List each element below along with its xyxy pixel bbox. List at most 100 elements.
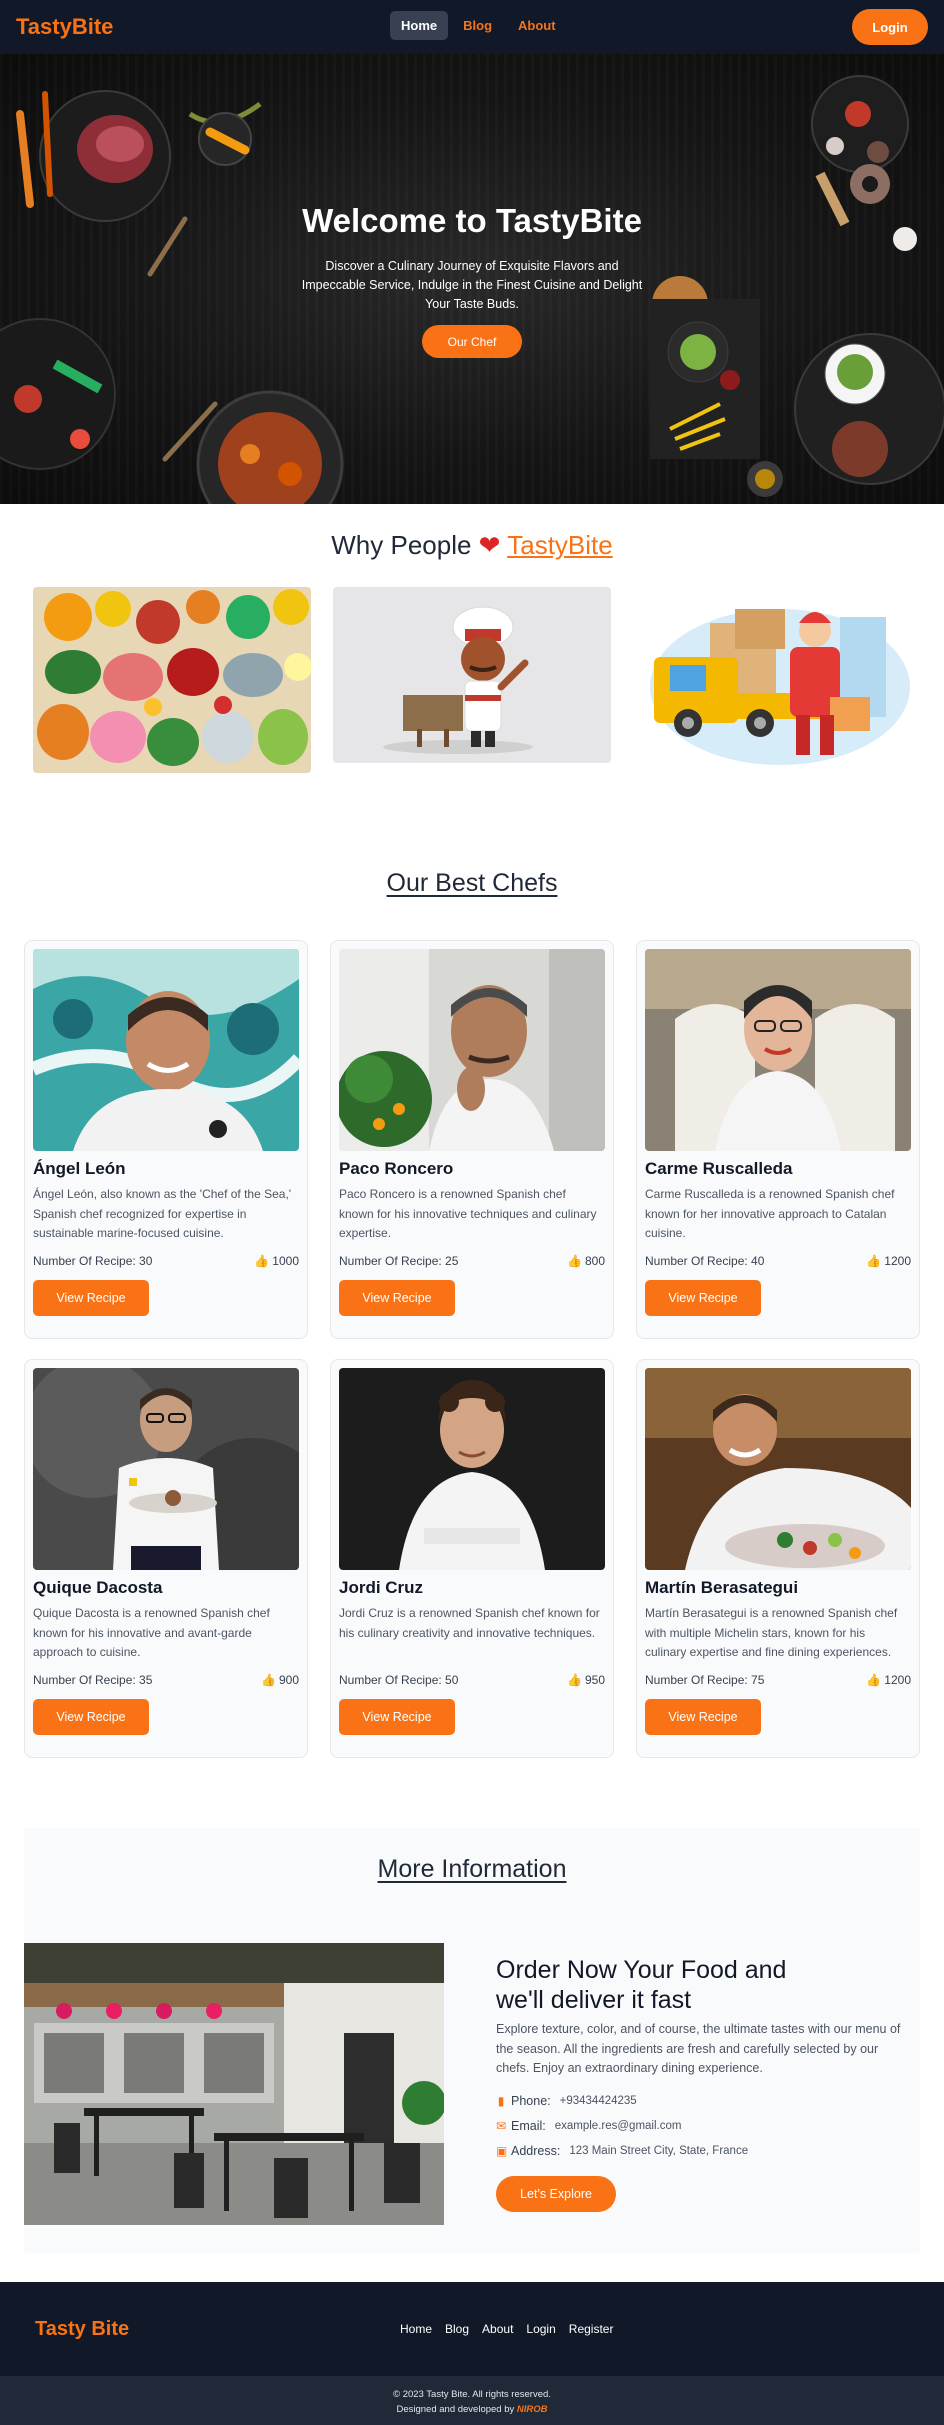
chef-description: Paco Roncero is a renowned Spanish chef … [339, 1187, 597, 1240]
chef-description: Carme Ruscalleda is a renowned Spanish c… [645, 1187, 895, 1240]
contact-email: ✉ Email: example.res@gmail.com [496, 2119, 681, 2133]
address-value: 123 Main Street City, State, France [569, 2145, 749, 2157]
order-title: Order Now Your Food and we'll deliver it… [496, 1956, 787, 2014]
view-recipe-button[interactable]: View Recipe [33, 1280, 149, 1316]
nav-link-blog[interactable]: Blog [452, 11, 503, 40]
chef-card: Martín Berasategui Martín Berasategui is… [636, 1359, 920, 1758]
chef-name: Martín Berasategui [645, 1578, 799, 1597]
recipe-number: 40 [751, 1254, 765, 1268]
why-brand-link[interactable]: TastyBite [507, 530, 613, 560]
likes-number: 800 [584, 1254, 605, 1268]
recipe-count: Number Of Recipe: 40 [645, 1254, 764, 1268]
footer-brand[interactable]: Tasty Bite [35, 2318, 129, 2341]
copyright-text: © 2023 Tasty Bite. All rights reserved. [393, 2389, 551, 2400]
nav-link-home[interactable]: Home [390, 11, 449, 40]
delivery-illustration-image [640, 587, 918, 773]
address-label: Address: [511, 2144, 561, 2158]
recipe-number: 50 [445, 1673, 459, 1687]
footer-link-register[interactable]: Register [569, 2322, 614, 2336]
chef-name: Quique Dacosta [33, 1578, 163, 1597]
footer-link-about[interactable]: About [482, 2322, 513, 2336]
recipe-label: Number Of Recipe: [33, 1673, 140, 1687]
hero-banner: Welcome to TastyBite Discover a Culinary… [0, 54, 944, 504]
likes-number: 1200 [884, 1254, 911, 1268]
restaurant-patio-image [24, 1943, 444, 2225]
fresh-ingredients-image [33, 587, 311, 773]
order-description: Explore texture, color, and of course, t… [496, 2022, 901, 2075]
likes-count: 👍 950 [567, 1673, 605, 1687]
our-chef-button[interactable]: Our Chef [422, 325, 522, 358]
phone-value[interactable]: +93434424235 [560, 2095, 637, 2107]
navbar: TastyBite Home Blog About Login [0, 0, 944, 54]
why-prefix: Why People [331, 530, 472, 560]
likes-number: 1000 [272, 1254, 299, 1268]
chefs-title-text: Our Best Chefs [386, 869, 558, 897]
recipe-label: Number Of Recipe: [339, 1254, 446, 1268]
chef-description: Jordi Cruz is a renowned Spanish chef kn… [339, 1606, 600, 1640]
chef-description: Quique Dacosta is a renowned Spanish che… [33, 1606, 270, 1659]
footer: Tasty Bite Home Blog About Login Registe… [0, 2282, 944, 2425]
footer-link-home[interactable]: Home [400, 2322, 432, 2336]
contact-phone: ▮ Phone: +93434424235 [496, 2094, 637, 2108]
chef-card: Carme Ruscalleda Carme Ruscalleda is a r… [636, 940, 920, 1339]
thumbs-up-icon: 👍 [866, 1673, 882, 1687]
likes-number: 950 [584, 1673, 605, 1687]
chef-cartoon-image [333, 587, 611, 763]
likes-number: 900 [278, 1673, 299, 1687]
view-recipe-button[interactable]: View Recipe [339, 1699, 455, 1735]
chef-name: Ángel León [33, 1159, 126, 1178]
footer-link-login[interactable]: Login [526, 2322, 555, 2336]
email-label: Email: [511, 2119, 546, 2133]
chef-description: Ángel León, also known as the 'Chef of t… [33, 1187, 292, 1240]
recipe-number: 30 [139, 1254, 153, 1268]
developer-name[interactable]: NIROB [517, 2404, 548, 2415]
login-button[interactable]: Login [852, 9, 928, 45]
view-recipe-button[interactable]: View Recipe [645, 1699, 761, 1735]
contact-address: ▣ Address: 123 Main Street City, State, … [496, 2144, 748, 2158]
hero-subtitle: Discover a Culinary Journey of Exquisite… [301, 259, 643, 311]
phone-icon: ▮ [497, 2094, 505, 2108]
thumbs-up-icon: 👍 [866, 1254, 882, 1268]
chef-description: Martín Berasategui is a renowned Spanish… [645, 1606, 898, 1659]
chef-photo [645, 1368, 911, 1570]
likes-count: 👍 1200 [866, 1254, 911, 1268]
developed-by-label: Designed and developed by [396, 2404, 517, 2415]
chef-card: Jordi Cruz Jordi Cruz is a renowned Span… [330, 1359, 614, 1758]
email-value[interactable]: example.res@gmail.com [555, 2120, 682, 2132]
recipe-label: Number Of Recipe: [645, 1673, 752, 1687]
likes-count: 👍 1000 [254, 1254, 299, 1268]
nav-links: Home Blog About [390, 11, 567, 40]
chef-name: Jordi Cruz [339, 1578, 424, 1597]
chef-card: Quique Dacosta Quique Dacosta is a renow… [24, 1359, 308, 1758]
brand-logo[interactable]: TastyBite [16, 14, 113, 40]
likes-count: 👍 1200 [866, 1673, 911, 1687]
chef-photo [33, 1368, 299, 1570]
recipe-number: 75 [751, 1673, 765, 1687]
chef-name: Paco Roncero [339, 1159, 454, 1178]
hero-title: Welcome to TastyBite [302, 202, 642, 239]
chef-photo [33, 949, 299, 1151]
thumbs-up-icon: 👍 [567, 1673, 582, 1687]
recipe-number: 35 [139, 1673, 153, 1687]
recipe-count: Number Of Recipe: 30 [33, 1254, 152, 1268]
why-people-heading: Why People ❤ TastyBite [0, 530, 944, 561]
nav-link-about[interactable]: About [507, 11, 567, 40]
developer-credit: Designed and developed by NIROB [0, 2402, 944, 2417]
chef-name: Carme Ruscalleda [645, 1159, 793, 1178]
lets-explore-button[interactable]: Let's Explore [496, 2176, 616, 2212]
likes-count: 👍 800 [567, 1254, 605, 1268]
address-card-icon: ▣ [496, 2144, 508, 2158]
chef-card: Ángel León Ángel León, also known as the… [24, 940, 308, 1339]
view-recipe-button[interactable]: View Recipe [33, 1699, 149, 1735]
footer-bottom-bar: © 2023 Tasty Bite. All rights reserved. … [0, 2376, 944, 2425]
chefs-section-title: Our Best Chefs [0, 869, 944, 898]
chef-photo [645, 949, 911, 1151]
recipe-label: Number Of Recipe: [33, 1254, 140, 1268]
footer-link-blog[interactable]: Blog [445, 2322, 469, 2336]
recipe-count: Number Of Recipe: 25 [339, 1254, 458, 1268]
chef-photo [339, 949, 605, 1151]
view-recipe-button[interactable]: View Recipe [645, 1280, 761, 1316]
view-recipe-button[interactable]: View Recipe [339, 1280, 455, 1316]
phone-label: Phone: [511, 2094, 551, 2108]
recipe-label: Number Of Recipe: [339, 1673, 446, 1687]
